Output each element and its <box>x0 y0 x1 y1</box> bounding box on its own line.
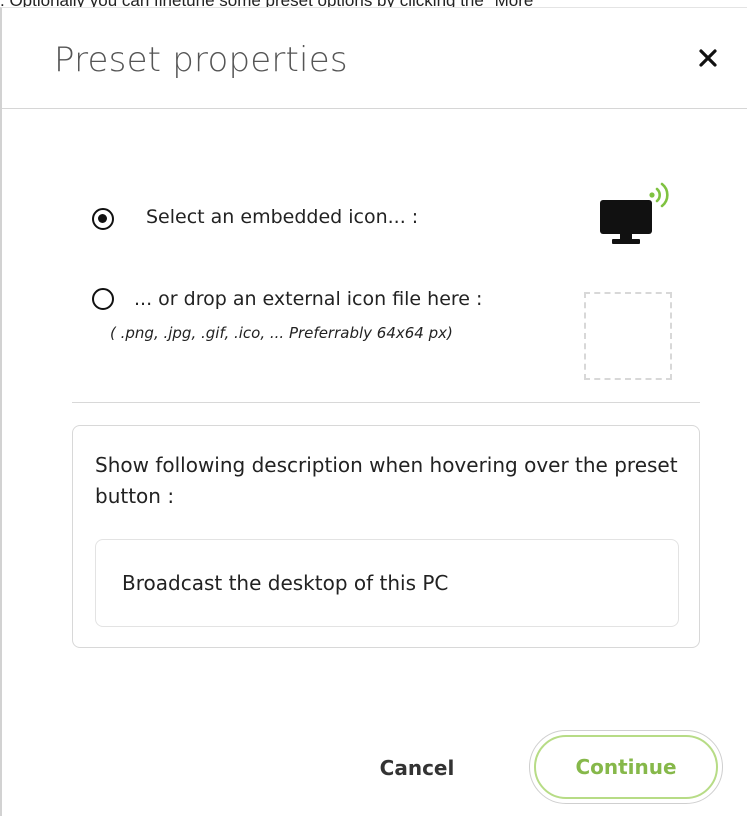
monitor-broadcast-icon[interactable] <box>598 176 674 248</box>
external-icon-radio[interactable] <box>92 288 114 310</box>
close-icon[interactable] <box>696 46 720 70</box>
continue-button[interactable]: Continue <box>529 730 723 804</box>
external-icon-label: ... or drop an external icon file here : <box>134 288 483 310</box>
radio-selected-dot <box>98 214 107 223</box>
external-icon-hint: ( .png, .jpg, .gif, .ico, ... Preferrabl… <box>110 324 453 342</box>
description-panel: Show following description when hovering… <box>72 425 700 648</box>
dialog-header: Preset properties <box>2 8 747 109</box>
embedded-icon-radio[interactable] <box>92 208 114 230</box>
cancel-button[interactable]: Cancel <box>362 748 472 788</box>
icon-drop-zone[interactable] <box>584 292 672 380</box>
description-label: Show following description when hovering… <box>95 453 678 508</box>
section-divider <box>72 402 700 403</box>
embedded-icon-label: Select an embedded icon... : <box>146 206 419 228</box>
dialog-title: Preset properties <box>54 40 348 80</box>
preset-properties-dialog: Preset properties Select an embedded ico… <box>0 7 747 816</box>
continue-button-label: Continue <box>534 735 718 799</box>
description-input[interactable]: Broadcast the desktop of this PC <box>95 539 679 627</box>
